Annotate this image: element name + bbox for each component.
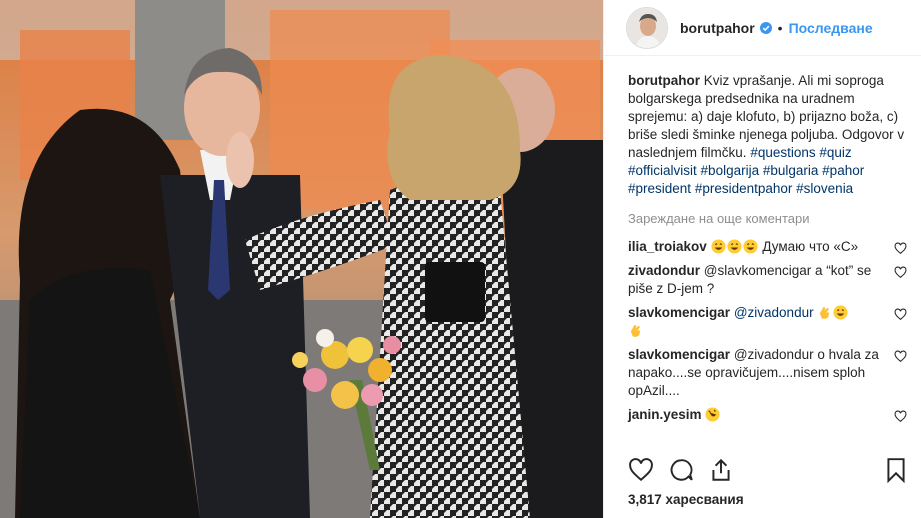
hashtag-link[interactable]: #officialvisit bbox=[628, 163, 697, 178]
comment-username[interactable]: slavkomencigar bbox=[628, 347, 730, 362]
hashtag-link[interactable]: #president bbox=[628, 181, 691, 196]
photo-image bbox=[0, 0, 603, 518]
hashtag-link[interactable]: #presidentpahor bbox=[695, 181, 793, 196]
hashtag-link[interactable]: #quiz bbox=[819, 145, 851, 160]
caption-username[interactable]: borutpahor bbox=[628, 73, 700, 88]
heart-outline-icon[interactable] bbox=[628, 457, 654, 483]
separator-dot: • bbox=[777, 19, 783, 36]
comment-text[interactable]: @zivadondur bbox=[734, 305, 814, 320]
comment-username[interactable]: janin.yesim bbox=[628, 407, 702, 422]
share-upload-icon[interactable] bbox=[708, 457, 734, 483]
speech-bubble-icon[interactable] bbox=[668, 457, 694, 483]
comment-like-icon[interactable] bbox=[894, 242, 907, 255]
comments-feed: borutpahor Kviz vprašanje. Ali mi soprog… bbox=[628, 72, 907, 424]
post-caption: borutpahor Kviz vprašanje. Ali mi soprog… bbox=[628, 72, 907, 198]
comment-username[interactable]: ilia_troiakov bbox=[628, 239, 707, 254]
hashtag-link[interactable]: #bulgaria bbox=[763, 163, 819, 178]
post-sidebar: borutpahor • Последване borutpahor Kviz … bbox=[603, 0, 921, 518]
hashtag-link[interactable]: #questions bbox=[750, 145, 815, 160]
comment-like-icon[interactable] bbox=[894, 308, 907, 321]
rofl-emoji-icon bbox=[705, 407, 721, 422]
likes-count[interactable]: 3,817 харесвания bbox=[628, 492, 744, 507]
comment-like-icon[interactable] bbox=[894, 410, 907, 423]
hashtag-link[interactable]: #bolgarija bbox=[701, 163, 760, 178]
comment-item: slavkomencigar @zivadondur bbox=[628, 304, 907, 340]
bookmark-icon[interactable] bbox=[883, 457, 909, 483]
verified-badge-icon bbox=[759, 21, 772, 34]
username[interactable]: borutpahor bbox=[680, 20, 755, 36]
post-photo[interactable] bbox=[0, 0, 603, 518]
comment-item: slavkomencigar @zivadondur o hvala za na… bbox=[628, 346, 907, 400]
laugh-emoji-icon bbox=[711, 239, 759, 254]
post-header: borutpahor • Последване bbox=[604, 0, 921, 56]
comment-like-icon[interactable] bbox=[894, 350, 907, 363]
load-more-comments[interactable]: Зареждане на още коментари bbox=[628, 210, 907, 228]
action-bar bbox=[628, 457, 909, 485]
hashtag-link[interactable]: #slovenia bbox=[796, 181, 853, 196]
hashtag-link[interactable]: #pahor bbox=[822, 163, 864, 178]
comment-item: zivadondur @slavkomencigar a “kot” se pi… bbox=[628, 262, 907, 298]
avatar[interactable] bbox=[626, 6, 668, 49]
comment-username[interactable]: slavkomencigar bbox=[628, 305, 730, 320]
comment-item: janin.yesim bbox=[628, 406, 907, 424]
comment-username[interactable]: zivadondur bbox=[628, 263, 700, 278]
comment-like-icon[interactable] bbox=[894, 266, 907, 279]
comment-item: ilia_troiakov Думаю что «С» bbox=[628, 238, 907, 256]
comment-text: Думаю что «С» bbox=[762, 239, 859, 254]
follow-button[interactable]: Последване bbox=[789, 20, 873, 36]
